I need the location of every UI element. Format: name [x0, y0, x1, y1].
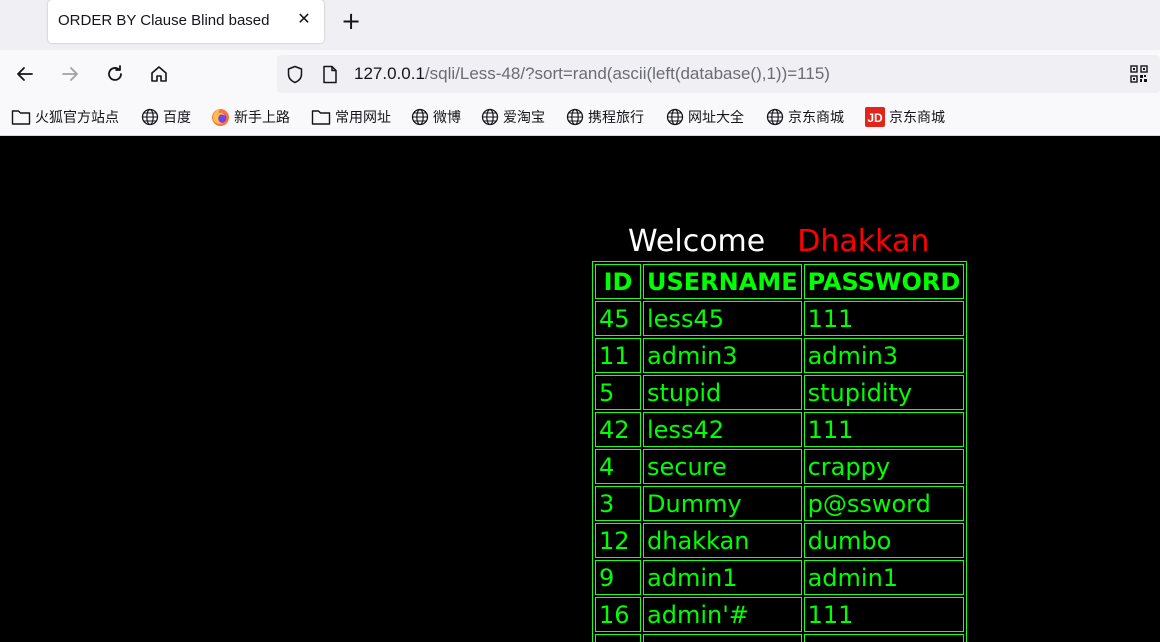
- results-table: ID USERNAME PASSWORD 45 less45 111 11 ad…: [592, 261, 968, 642]
- url-path: /sqli/Less-48/?sort=rand(ascii(left(data…: [424, 64, 830, 83]
- header-password: PASSWORD: [803, 264, 965, 299]
- header-username: USERNAME: [643, 264, 802, 299]
- bookmark-item[interactable]: 新手上路: [211, 107, 290, 127]
- bookmark-item[interactable]: 火狐官方站点: [11, 107, 119, 127]
- cell-password: admin3: [803, 338, 965, 373]
- cell-id: 3: [595, 486, 641, 521]
- page-content: Welcome Dhakkan ID USERNAME PASSWORD 45 l…: [0, 136, 1160, 642]
- cell-username: Dummy: [643, 486, 802, 521]
- tab-strip: ORDER BY Clause Blind based ✕ +: [0, 0, 1160, 50]
- table-row: 12 dhakkan dumbo: [595, 523, 965, 558]
- cell-id: 42: [595, 412, 641, 447]
- table-row: 9 admin1 admin1: [595, 560, 965, 595]
- bookmark-item[interactable]: 爱淘宝: [481, 107, 545, 127]
- cell-password: admin1: [803, 560, 965, 595]
- bookmark-item[interactable]: JD 京东商城: [865, 107, 945, 127]
- new-tab-plus-icon[interactable]: +: [338, 8, 364, 34]
- cell-username: admin1: [643, 560, 802, 595]
- table-row: 3 Dummy p@ssword: [595, 486, 965, 521]
- svg-text:JD: JD: [867, 111, 883, 125]
- page-info-icon[interactable]: [322, 65, 338, 88]
- globe-icon: [411, 108, 429, 126]
- globe-icon: [666, 108, 684, 126]
- cell-id: 4: [595, 449, 641, 484]
- cell-empty: [595, 634, 641, 642]
- cell-username: less45: [643, 301, 802, 336]
- cell-password: dumbo: [803, 523, 965, 558]
- globe-icon: [141, 108, 159, 126]
- back-arrow-icon[interactable]: [11, 60, 39, 88]
- table-row-partial: [595, 634, 965, 642]
- bookmark-label: 百度: [163, 110, 191, 126]
- bookmark-item[interactable]: 微博: [411, 107, 461, 127]
- shield-icon[interactable]: [286, 65, 304, 88]
- cell-id: 45: [595, 301, 641, 336]
- welcome-text: Welcome: [628, 224, 766, 259]
- jd-icon: JD: [865, 107, 885, 127]
- cell-empty: [643, 634, 802, 642]
- cell-username: stupid: [643, 375, 802, 410]
- address-bar[interactable]: 127.0.0.1/sqli/Less-48/?sort=rand(ascii(…: [277, 55, 1160, 93]
- cell-id: 9: [595, 560, 641, 595]
- firefox-icon: [211, 108, 230, 127]
- table-row: 45 less45 111: [595, 301, 965, 336]
- bookmark-label: 京东商城: [788, 110, 844, 126]
- table-row: 11 admin3 admin3: [595, 338, 965, 373]
- cell-username: dhakkan: [643, 523, 802, 558]
- url-host: 127.0.0.1: [354, 64, 425, 83]
- bookmark-item[interactable]: 常用网址: [311, 107, 391, 127]
- cell-password: 111: [803, 412, 965, 447]
- cell-password: p@ssword: [803, 486, 965, 521]
- close-icon[interactable]: ✕: [294, 9, 314, 29]
- bookmark-label: 火狐官方站点: [35, 110, 119, 126]
- cell-id: 12: [595, 523, 641, 558]
- bookmark-label: 爱淘宝: [503, 110, 545, 126]
- bookmarks-toolbar: 火狐官方站点 百度 新手上路 常用网址 微博 爱淘宝 携程旅行 网址大全 京东商…: [0, 98, 1160, 136]
- user-name: Dhakkan: [797, 224, 930, 259]
- url-text[interactable]: 127.0.0.1/sqli/Less-48/?sort=rand(ascii(…: [354, 64, 830, 84]
- table-row: 5 stupid stupidity: [595, 375, 965, 410]
- bookmark-label: 新手上路: [234, 110, 290, 126]
- bookmark-label: 常用网址: [335, 110, 391, 126]
- cell-password: 111: [803, 597, 965, 632]
- bookmark-label: 京东商城: [889, 110, 945, 126]
- table-header-row: ID USERNAME PASSWORD: [595, 264, 965, 299]
- folder-icon: [311, 108, 331, 126]
- cell-password: stupidity: [803, 375, 965, 410]
- tab-active[interactable]: ORDER BY Clause Blind based ✕: [48, 0, 324, 43]
- table-row: 16 admin'# 111: [595, 597, 965, 632]
- forward-arrow-icon[interactable]: [56, 60, 84, 88]
- cell-password: crappy: [803, 449, 965, 484]
- bookmark-label: 微博: [433, 110, 461, 126]
- cell-username: less42: [643, 412, 802, 447]
- bookmark-item[interactable]: 网址大全: [666, 107, 744, 127]
- navigation-bar: 127.0.0.1/sqli/Less-48/?sort=rand(ascii(…: [0, 50, 1160, 98]
- header-id: ID: [595, 264, 641, 299]
- bookmark-item[interactable]: 百度: [141, 107, 191, 127]
- bookmark-item[interactable]: 京东商城: [766, 107, 844, 127]
- globe-icon: [481, 108, 499, 126]
- cell-username: admin'#: [643, 597, 802, 632]
- bookmark-item[interactable]: 携程旅行: [566, 107, 644, 127]
- qr-code-icon[interactable]: [1130, 65, 1148, 87]
- cell-id: 5: [595, 375, 641, 410]
- folder-icon: [11, 108, 31, 126]
- tab-title: ORDER BY Clause Blind based: [58, 12, 270, 29]
- bookmark-label: 携程旅行: [588, 110, 644, 126]
- table-row: 42 less42 111: [595, 412, 965, 447]
- home-icon[interactable]: [145, 60, 173, 88]
- globe-icon: [566, 108, 584, 126]
- cell-username: secure: [643, 449, 802, 484]
- cell-empty: [803, 634, 965, 642]
- cell-id: 11: [595, 338, 641, 373]
- reload-icon[interactable]: [101, 60, 129, 88]
- welcome-heading: Welcome Dhakkan: [628, 224, 929, 259]
- bookmark-label: 网址大全: [688, 110, 744, 126]
- cell-id: 16: [595, 597, 641, 632]
- cell-username: admin3: [643, 338, 802, 373]
- globe-icon: [766, 108, 784, 126]
- cell-password: 111: [803, 301, 965, 336]
- table-row: 4 secure crappy: [595, 449, 965, 484]
